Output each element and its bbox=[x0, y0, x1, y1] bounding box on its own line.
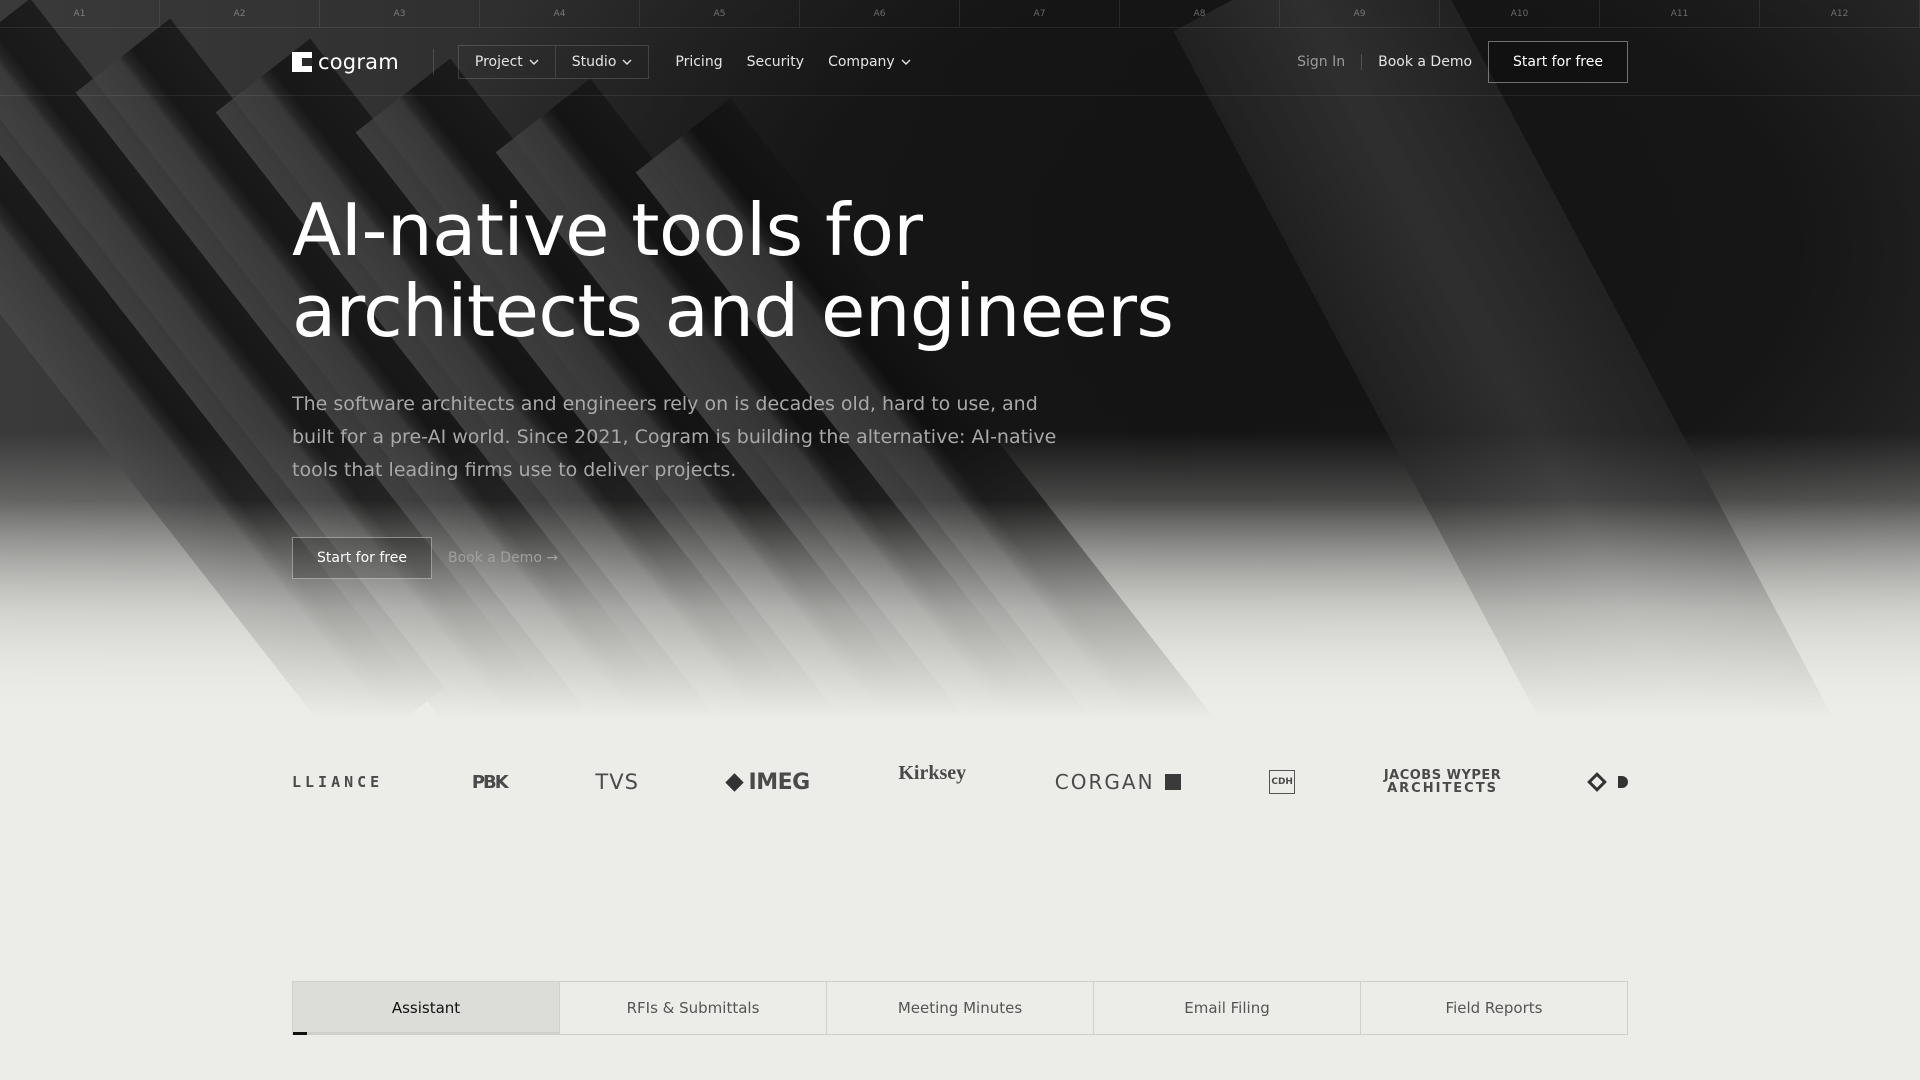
cogram-logo[interactable]: cogram bbox=[292, 50, 399, 74]
logo-kirksey: Kirksey bbox=[898, 762, 967, 800]
book-demo-link[interactable]: Book a Demo bbox=[1362, 54, 1488, 70]
top-navigation: cogram Project Studio Pricing Security C… bbox=[0, 28, 1920, 96]
nav-dropdown-label: Project bbox=[474, 54, 523, 70]
logo-jw-line: ARCHITECTS bbox=[1387, 781, 1498, 796]
logo-jacobs-wyper: JACOBS WYPER ARCHITECTS bbox=[1384, 769, 1501, 795]
nav-dropdown-project[interactable]: Project bbox=[459, 46, 556, 78]
cogram-logo-icon bbox=[292, 52, 312, 72]
tab-field-reports[interactable]: Field Reports bbox=[1361, 982, 1627, 1034]
nav-dropdown-studio[interactable]: Studio bbox=[556, 46, 649, 78]
ruler-label: A9 bbox=[1280, 0, 1440, 27]
diamond-icon bbox=[724, 772, 744, 792]
hero-subtitle: The software architects and engineers re… bbox=[292, 393, 1057, 481]
ruler-label: A1 bbox=[0, 0, 160, 27]
product-dropdown-group: Project Studio bbox=[457, 45, 650, 79]
product-tabs: Assistant RFIs & Submittals Meeting Minu… bbox=[292, 981, 1628, 1035]
logo-pbk: PBK bbox=[471, 771, 509, 793]
logo-cdh-text: CDH bbox=[1269, 770, 1296, 794]
ruler-label: A4 bbox=[480, 0, 640, 27]
sign-in-link[interactable]: Sign In bbox=[1281, 54, 1361, 70]
tab-email-filing[interactable]: Email Filing bbox=[1094, 982, 1361, 1034]
hero-title-line: AI-native tools for bbox=[292, 188, 923, 272]
logo-corgan: CORGAN bbox=[1055, 770, 1181, 794]
start-for-free-button[interactable]: Start for free bbox=[1488, 41, 1628, 83]
ruler-label: A2 bbox=[160, 0, 320, 27]
ruler-label: A8 bbox=[1120, 0, 1280, 27]
ruler-label: A10 bbox=[1440, 0, 1600, 27]
ruler-label: A6 bbox=[800, 0, 960, 27]
nav-dropdown-company[interactable]: Company bbox=[816, 45, 923, 79]
tab-rfis-submittals[interactable]: RFIs & Submittals bbox=[560, 982, 827, 1034]
logo-imeg: IMEG bbox=[724, 769, 811, 795]
hero-title-line: architects and engineers bbox=[292, 269, 1174, 353]
diamond-outline-icon bbox=[1587, 772, 1607, 792]
logo-kirksey-text: Kirksey bbox=[898, 762, 967, 784]
nav-link-pricing[interactable]: Pricing bbox=[663, 45, 734, 79]
chevron-down-icon bbox=[622, 59, 632, 65]
logo-tvs: TVS bbox=[595, 770, 639, 794]
nav-divider bbox=[432, 49, 434, 75]
grid-ruler: A1 A2 A3 A4 A5 A6 A7 A8 A9 A10 A11 A12 bbox=[0, 0, 1920, 28]
tab-meeting-minutes[interactable]: Meeting Minutes bbox=[827, 982, 1094, 1034]
logo-text: cogram bbox=[318, 50, 399, 74]
hero-section: AI-native tools for architects and engin… bbox=[292, 190, 1192, 579]
nav-dropdown-label: Studio bbox=[571, 54, 617, 70]
logo-cdh: CDH bbox=[1269, 770, 1296, 794]
nav-dropdown-label: Company bbox=[828, 54, 895, 70]
logo-imeg-text: IMEG bbox=[748, 769, 811, 795]
logo-partner-mark bbox=[1587, 772, 1628, 792]
ruler-label: A11 bbox=[1600, 0, 1760, 27]
hero-title: AI-native tools for architects and engin… bbox=[292, 190, 1192, 352]
square-icon bbox=[1164, 774, 1181, 790]
tab-assistant[interactable]: Assistant bbox=[293, 982, 560, 1035]
hero-start-button[interactable]: Start for free bbox=[292, 537, 432, 579]
ruler-label: A3 bbox=[320, 0, 480, 27]
chevron-down-icon bbox=[901, 59, 911, 65]
logo-lliance: LLIANCE bbox=[292, 773, 384, 791]
hero-book-demo-link[interactable]: Book a Demo → bbox=[448, 550, 558, 566]
chevron-down-icon bbox=[529, 59, 539, 65]
nav-link-security[interactable]: Security bbox=[735, 45, 817, 79]
ruler-label: A12 bbox=[1760, 0, 1920, 27]
client-logos-strip: LLIANCE PBK TVS IMEG Kirksey CORGAN CDH … bbox=[292, 762, 1628, 802]
ruler-label: A7 bbox=[960, 0, 1120, 27]
logo-corgan-text: CORGAN bbox=[1054, 770, 1155, 794]
ruler-label: A5 bbox=[640, 0, 800, 27]
hero-cta-group: Start for free Book a Demo → bbox=[292, 537, 1192, 579]
half-circle-icon bbox=[1617, 776, 1628, 788]
